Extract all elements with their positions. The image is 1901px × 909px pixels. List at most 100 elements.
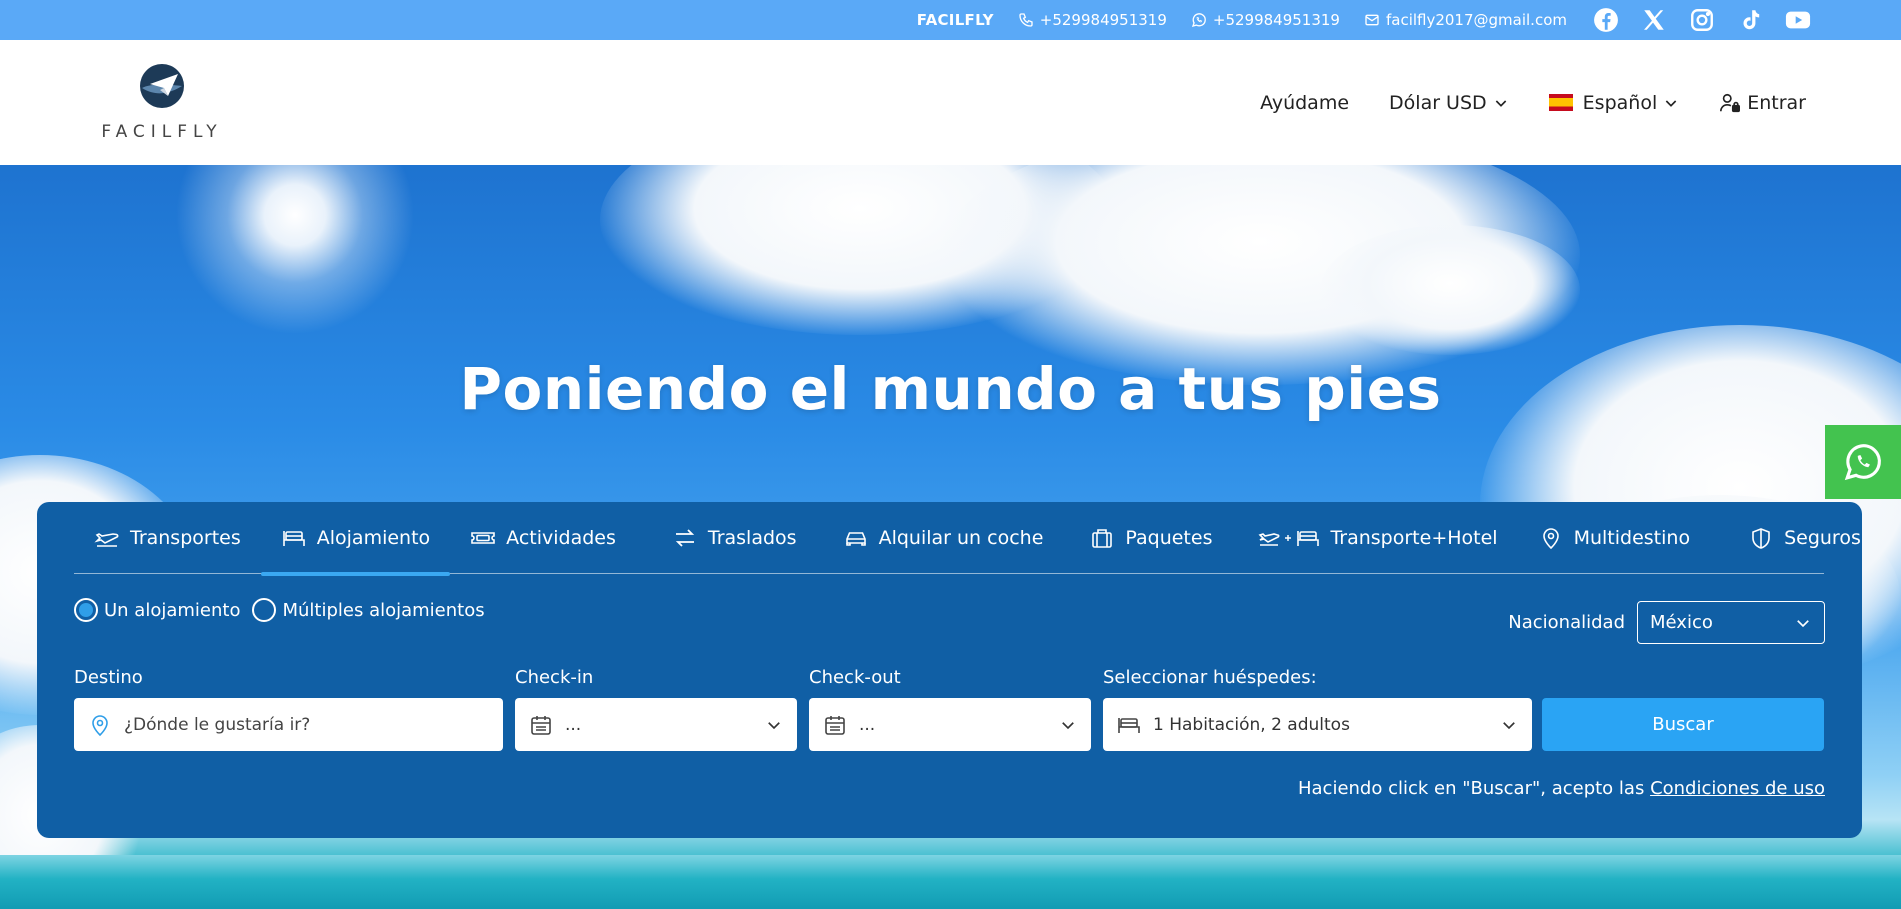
tab-label: Transporte+Hotel: [1330, 526, 1498, 549]
login-link[interactable]: Entrar: [1719, 92, 1806, 114]
terms-text: Haciendo click en "Buscar", acepto las: [1297, 778, 1645, 799]
chevron-down-icon: [1495, 99, 1506, 107]
plane-icon: [94, 532, 119, 547]
hero-title: Poniendo el mundo a tus pies: [459, 355, 1442, 423]
radio-label: Múltiples alojamientos: [282, 599, 485, 621]
bed-icon: [282, 530, 305, 546]
currency-selector[interactable]: Dólar USD: [1389, 92, 1509, 114]
checkin-label: Check-in: [515, 667, 594, 688]
tab-label: Paquetes: [1125, 526, 1213, 549]
tab-alquilar-coche[interactable]: Alquilar un coche: [817, 502, 1064, 574]
search-panel: Transportes Alojamiento Actividades Tras…: [37, 502, 1862, 838]
language-label: Español: [1582, 91, 1658, 114]
chevron-down-icon: [1503, 721, 1515, 729]
radio-multiple-accommodations[interactable]: Múltiples alojamientos: [252, 598, 485, 622]
search-button[interactable]: Buscar: [1542, 698, 1824, 751]
youtube-icon[interactable]: [1785, 7, 1811, 33]
calendar-icon: [531, 715, 551, 735]
map-pin-icon: [1542, 527, 1559, 549]
nationality-label: Nacionalidad: [1508, 612, 1625, 633]
destino-input[interactable]: [124, 714, 489, 735]
help-link[interactable]: Ayúdame: [1260, 92, 1349, 114]
facebook-icon[interactable]: [1593, 7, 1619, 33]
cloud: [1320, 225, 1580, 355]
login-label: Entrar: [1747, 91, 1806, 114]
accommodation-type: Un alojamiento Múltiples alojamientos: [74, 598, 497, 622]
phone-icon: [1019, 13, 1033, 27]
sun-glow: [175, 165, 415, 335]
terms-link[interactable]: Condiciones de uso: [1650, 778, 1825, 799]
chevron-down-icon: [1797, 619, 1809, 627]
whatsapp-icon: [1844, 444, 1881, 481]
radio-unchecked-icon: [252, 598, 277, 622]
phone-contact[interactable]: +529984951319: [1018, 11, 1167, 29]
tab-label: Traslados: [707, 526, 797, 549]
logo-wordmark: FACILFLY: [101, 122, 223, 142]
phone-number: +529984951319: [1039, 11, 1167, 29]
tab-actividades[interactable]: Actividades: [450, 502, 636, 574]
site-header: FACILFLY Ayúdame Dólar USD Español Entra…: [0, 40, 1901, 165]
email-contact[interactable]: facilfly2017@gmail.com: [1364, 11, 1567, 29]
car-icon: [845, 531, 866, 546]
tab-alojamiento[interactable]: Alojamiento: [260, 502, 451, 576]
transfer-icon: [675, 528, 695, 547]
tab-label: Alquilar un coche: [878, 526, 1044, 549]
chevron-down-icon: [1665, 99, 1677, 107]
mail-icon: [1365, 14, 1379, 26]
social-links: [1593, 7, 1811, 33]
calendar-icon: [825, 715, 845, 735]
tab-label: Seguros: [1784, 526, 1861, 549]
shield-icon: [1752, 527, 1770, 549]
whatsapp-number: +529984951319: [1212, 11, 1340, 29]
radio-label: Un alojamiento: [104, 599, 241, 621]
instagram-icon[interactable]: [1689, 7, 1715, 33]
whatsapp-icon: [1191, 13, 1206, 27]
search-tabs: Transportes Alojamiento Actividades Tras…: [74, 502, 1861, 576]
guests-label: Seleccionar huéspedes:: [1103, 667, 1317, 688]
nationality-row: Nacionalidad México: [1508, 601, 1825, 644]
whatsapp-float-button[interactable]: [1825, 425, 1901, 499]
language-selector[interactable]: Español: [1548, 91, 1680, 114]
logo[interactable]: FACILFLY: [98, 62, 226, 158]
tab-label: Multidestino: [1573, 526, 1691, 549]
checkout-value: ...: [859, 714, 876, 735]
tab-multidestino[interactable]: Multidestino: [1518, 502, 1711, 574]
main-nav: Ayúdame Dólar USD Español Entrar: [1260, 40, 1806, 165]
tab-label: Alojamiento: [316, 526, 431, 549]
tab-paquetes[interactable]: Paquetes: [1063, 502, 1232, 574]
logo-mark-icon: [140, 64, 184, 108]
checkin-value: ...: [565, 714, 582, 735]
tab-seguros[interactable]: Seguros: [1710, 502, 1881, 574]
whatsapp-contact[interactable]: +529984951319: [1191, 11, 1340, 29]
checkout-field[interactable]: ...: [809, 698, 1091, 751]
plane-bed-icon: [1258, 530, 1320, 546]
radio-checked-icon: [74, 598, 98, 622]
top-bar-brand: FACILFLY: [916, 11, 994, 29]
currency-label: Dólar USD: [1389, 91, 1487, 114]
ticket-icon: [471, 531, 495, 544]
tab-traslados[interactable]: Traslados: [636, 502, 817, 574]
tab-transporte-hotel[interactable]: Transporte+Hotel: [1232, 502, 1517, 574]
email-address: facilfly2017@gmail.com: [1385, 11, 1567, 29]
spain-flag-icon: [1548, 94, 1573, 111]
nationality-select[interactable]: México: [1637, 601, 1825, 644]
x-icon[interactable]: [1641, 7, 1667, 33]
checkout-label: Check-out: [809, 667, 901, 688]
tab-label: Transportes: [130, 526, 241, 549]
nationality-value: México: [1650, 612, 1713, 633]
guests-field[interactable]: 1 Habitación, 2 adultos: [1103, 698, 1532, 751]
destino-field: [74, 698, 503, 751]
map-pin-icon: [92, 714, 108, 736]
terms-notice: Haciendo click en "Buscar", acepto las C…: [1298, 778, 1825, 799]
bed-icon: [1118, 717, 1140, 733]
guests-value: 1 Habitación, 2 adultos: [1153, 714, 1350, 735]
chevron-down-icon: [1062, 721, 1074, 729]
radio-one-accommodation[interactable]: Un alojamiento: [74, 598, 240, 622]
sea: [0, 855, 1901, 909]
checkin-field[interactable]: ...: [515, 698, 797, 751]
tab-transportes[interactable]: Transportes: [74, 502, 261, 574]
top-bar: FACILFLY +529984951319 +529984951319 fac…: [0, 0, 1901, 40]
luggage-icon: [1092, 528, 1113, 548]
tiktok-icon[interactable]: [1737, 7, 1763, 33]
tab-label: Actividades: [506, 526, 616, 549]
